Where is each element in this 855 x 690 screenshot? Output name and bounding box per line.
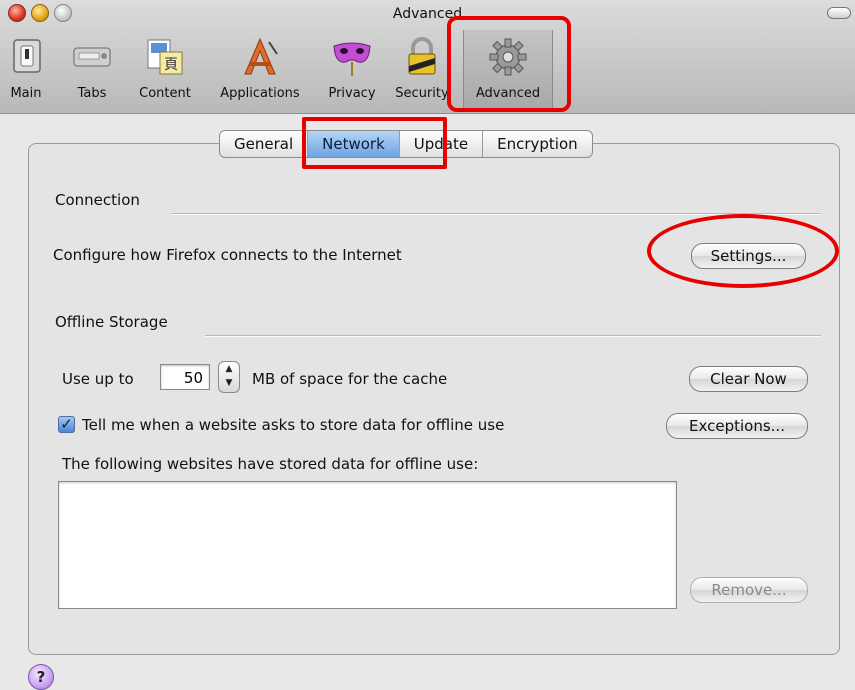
exceptions-button[interactable]: Exceptions... [666, 413, 808, 439]
lock-icon [401, 36, 443, 78]
checkmark-icon: ✓ [60, 415, 73, 433]
toolbar-item-label: Tabs [77, 86, 107, 101]
toolbar-toggle-button[interactable] [827, 7, 851, 19]
cache-size-suffix: MB of space for the cache [252, 370, 448, 388]
tell-me-checkbox[interactable]: ✓ [58, 416, 75, 433]
tab-general[interactable]: General [220, 131, 309, 157]
tabs-icon [71, 36, 113, 78]
connection-section-title: Connection [55, 191, 140, 209]
content-icon: 頁 [144, 36, 186, 78]
clear-now-button[interactable]: Clear Now [689, 366, 808, 392]
use-up-to-label: Use up to [62, 370, 134, 388]
connection-description: Configure how Firefox connects to the In… [53, 246, 402, 264]
cache-size-stepper[interactable]: ▲ ▼ [218, 361, 240, 393]
toolbar-item-label: Security [395, 86, 449, 101]
toolbar-item-applications[interactable]: Applications [212, 30, 308, 110]
offline-list-label: The following websites have stored data … [62, 455, 479, 473]
applications-icon [239, 36, 281, 78]
offline-storage-section-title: Offline Storage [55, 313, 168, 331]
tab-network[interactable]: Network [308, 131, 400, 157]
connection-separator [171, 213, 821, 215]
toolbar: Advanced Main Tabs 頁 Content Application… [0, 0, 855, 114]
toolbar-item-label: Main [10, 86, 42, 101]
help-button[interactable]: ? [28, 664, 54, 690]
svg-text:頁: 頁 [164, 57, 178, 73]
toolbar-item-label: Advanced [475, 86, 541, 101]
stepper-up-icon[interactable]: ▲ [219, 362, 239, 377]
toolbar-item-privacy[interactable]: Privacy [324, 30, 380, 110]
toolbar-item-label: Content [139, 86, 191, 101]
remove-button[interactable]: Remove... [690, 577, 808, 603]
settings-button[interactable]: Settings... [691, 243, 806, 269]
toolbar-item-advanced[interactable]: Advanced [463, 30, 553, 110]
window-title: Advanced [392, 6, 463, 22]
toolbar-item-security[interactable]: Security [394, 30, 450, 110]
toolbar-item-label: Privacy [328, 86, 376, 101]
preferences-window: Advanced Main Tabs 頁 Content Application… [0, 0, 855, 690]
stepper-down-icon[interactable]: ▼ [219, 376, 239, 391]
tell-me-label: Tell me when a website asks to store dat… [82, 416, 505, 434]
gear-icon [487, 36, 529, 78]
offline-storage-separator [205, 335, 821, 337]
mask-icon [331, 36, 373, 78]
tab-update[interactable]: Update [400, 131, 484, 157]
tab-bar: General Network Update Encryption [219, 130, 593, 158]
toolbar-item-tabs[interactable]: Tabs [70, 30, 114, 110]
cache-size-input[interactable]: 50 [160, 364, 210, 390]
toolbar-item-label: Applications [220, 86, 300, 101]
toolbar-item-content[interactable]: 頁 Content [136, 30, 194, 110]
toolbar-item-main[interactable]: Main [6, 30, 46, 110]
switch-icon [6, 36, 48, 78]
offline-websites-list[interactable] [58, 481, 677, 609]
tab-encryption[interactable]: Encryption [483, 131, 592, 157]
